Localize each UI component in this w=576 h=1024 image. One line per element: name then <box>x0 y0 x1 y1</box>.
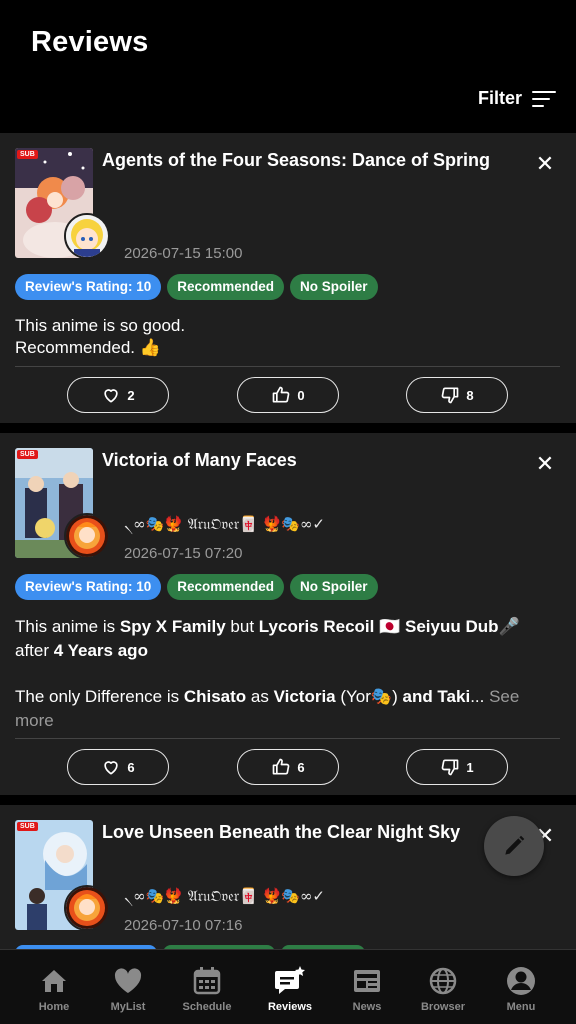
review-card: SUB Victoria of Many Faces ✕ ৲∞🎭🐦‍🔥 𝔄𝔯𝔲𝔒… <box>0 433 576 795</box>
review-actions: 6 6 1 <box>0 749 576 785</box>
recommended-chip: Recommended <box>167 574 285 600</box>
review-actions: 2 0 8 <box>0 377 576 413</box>
pencil-icon <box>505 835 525 855</box>
account-icon <box>507 967 535 995</box>
anime-title[interactable]: Love Unseen Beneath the Clear Night Sky <box>102 821 522 843</box>
anime-title[interactable]: Agents of the Four Seasons: Dance of Spr… <box>102 149 522 171</box>
reviews-icon <box>275 966 305 994</box>
review-line: Recommended. 👍 <box>15 338 161 357</box>
no-spoiler-chip: No Spoiler <box>290 574 378 600</box>
divider <box>15 738 560 739</box>
like-button[interactable]: 6 <box>67 749 169 785</box>
thumbs-down-count: 1 <box>466 759 474 775</box>
sub-badge: SUB <box>17 822 38 831</box>
heart-icon <box>114 968 142 993</box>
globe-icon <box>429 967 457 995</box>
heart-outline-icon <box>104 389 119 403</box>
no-spoiler-chip: No Spoiler <box>290 274 378 300</box>
thumbs-up-count: 6 <box>297 759 305 775</box>
tab-label: MyList <box>110 1001 146 1013</box>
news-icon <box>354 970 380 992</box>
review-paragraph: This anime is Spy X Family but Lycoris R… <box>15 617 520 636</box>
filter-button[interactable]: Filter <box>478 88 556 109</box>
review-paragraph: after 4 Years ago <box>15 641 148 660</box>
sub-badge: SUB <box>17 150 38 159</box>
tab-label: Menu <box>506 1001 536 1013</box>
header: Reviews Filter <box>0 0 576 133</box>
tab-label: Home <box>38 1001 70 1013</box>
tab-reviews[interactable]: Reviews <box>252 950 328 1024</box>
rating-chip: Review's Rating: 10 <box>15 574 162 600</box>
thumbs-down-button[interactable]: 8 <box>406 377 508 413</box>
review-timestamp: 2026-07-15 07:20 <box>124 545 243 562</box>
review-card: SUB Agents of the Four Seasons: Dance of… <box>0 133 576 423</box>
page-title: Reviews <box>31 26 149 58</box>
review-text: This anime is Spy X Family but Lycoris R… <box>15 615 560 733</box>
tab-home[interactable]: Home <box>16 950 92 1024</box>
like-count: 6 <box>127 759 135 775</box>
tab-mylist[interactable]: MyList <box>90 950 166 1024</box>
avatar[interactable] <box>64 513 110 559</box>
like-count: 2 <box>127 387 135 403</box>
review-paragraph: The only Difference is Chisato as Victor… <box>15 687 520 730</box>
thumbs-up-icon <box>273 386 290 403</box>
review-timestamp: 2026-07-10 07:16 <box>124 917 243 934</box>
tab-label: Schedule <box>182 1001 232 1013</box>
thumbs-up-icon <box>273 758 290 775</box>
tab-menu[interactable]: Menu <box>483 950 559 1024</box>
thumbs-up-button[interactable]: 0 <box>237 377 339 413</box>
recommended-chip: Recommended <box>167 274 285 300</box>
write-review-button[interactable] <box>484 816 544 876</box>
bottom-nav: Home MyList Schedule Reviews News Browse… <box>0 949 576 1024</box>
review-timestamp: 2026-07-15 15:00 <box>124 245 243 262</box>
review-tags: Review's Rating: 10 Recommended No Spoil… <box>15 574 378 600</box>
heart-outline-icon <box>104 761 119 775</box>
tab-label: Reviews <box>267 1001 313 1013</box>
tab-label: Browser <box>420 1001 466 1013</box>
thumbs-down-icon <box>442 759 459 776</box>
avatar[interactable] <box>64 213 110 259</box>
thumbs-up-count: 0 <box>297 387 305 403</box>
reviewer-username[interactable]: ৲∞🎭🐦‍🔥 𝔄𝔯𝔲𝔒𝔳𝔢𝔯🀄 🐦‍🔥🎭∞✓ <box>124 885 325 910</box>
close-icon[interactable]: ✕ <box>534 453 556 475</box>
tab-browser[interactable]: Browser <box>405 950 481 1024</box>
anime-title[interactable]: Victoria of Many Faces <box>102 449 522 471</box>
thumbs-down-button[interactable]: 1 <box>406 749 508 785</box>
close-icon[interactable]: ✕ <box>534 153 556 175</box>
thumbs-up-button[interactable]: 6 <box>237 749 339 785</box>
sub-badge: SUB <box>17 450 38 459</box>
calendar-icon <box>193 967 221 995</box>
reviewer-username[interactable]: ৲∞🎭🐦‍🔥 𝔄𝔯𝔲𝔒𝔳𝔢𝔯🀄 🐦‍🔥🎭∞✓ <box>124 513 325 538</box>
home-icon <box>42 970 66 992</box>
like-button[interactable]: 2 <box>67 377 169 413</box>
thumbs-down-icon <box>442 387 459 404</box>
filter-icon <box>532 90 556 108</box>
review-tags: Review's Rating: 10 Recommended No Spoil… <box>15 274 378 300</box>
thumbs-down-count: 8 <box>466 387 474 403</box>
tab-schedule[interactable]: Schedule <box>169 950 245 1024</box>
avatar[interactable] <box>64 885 110 931</box>
tab-news[interactable]: News <box>329 950 405 1024</box>
filter-label: Filter <box>477 88 522 108</box>
review-line: This anime is so good. <box>15 316 186 335</box>
tab-label: News <box>352 1001 382 1013</box>
divider <box>15 366 560 367</box>
rating-chip: Review's Rating: 10 <box>15 274 162 300</box>
review-text: This anime is so good. Recommended. 👍 <box>15 315 560 359</box>
